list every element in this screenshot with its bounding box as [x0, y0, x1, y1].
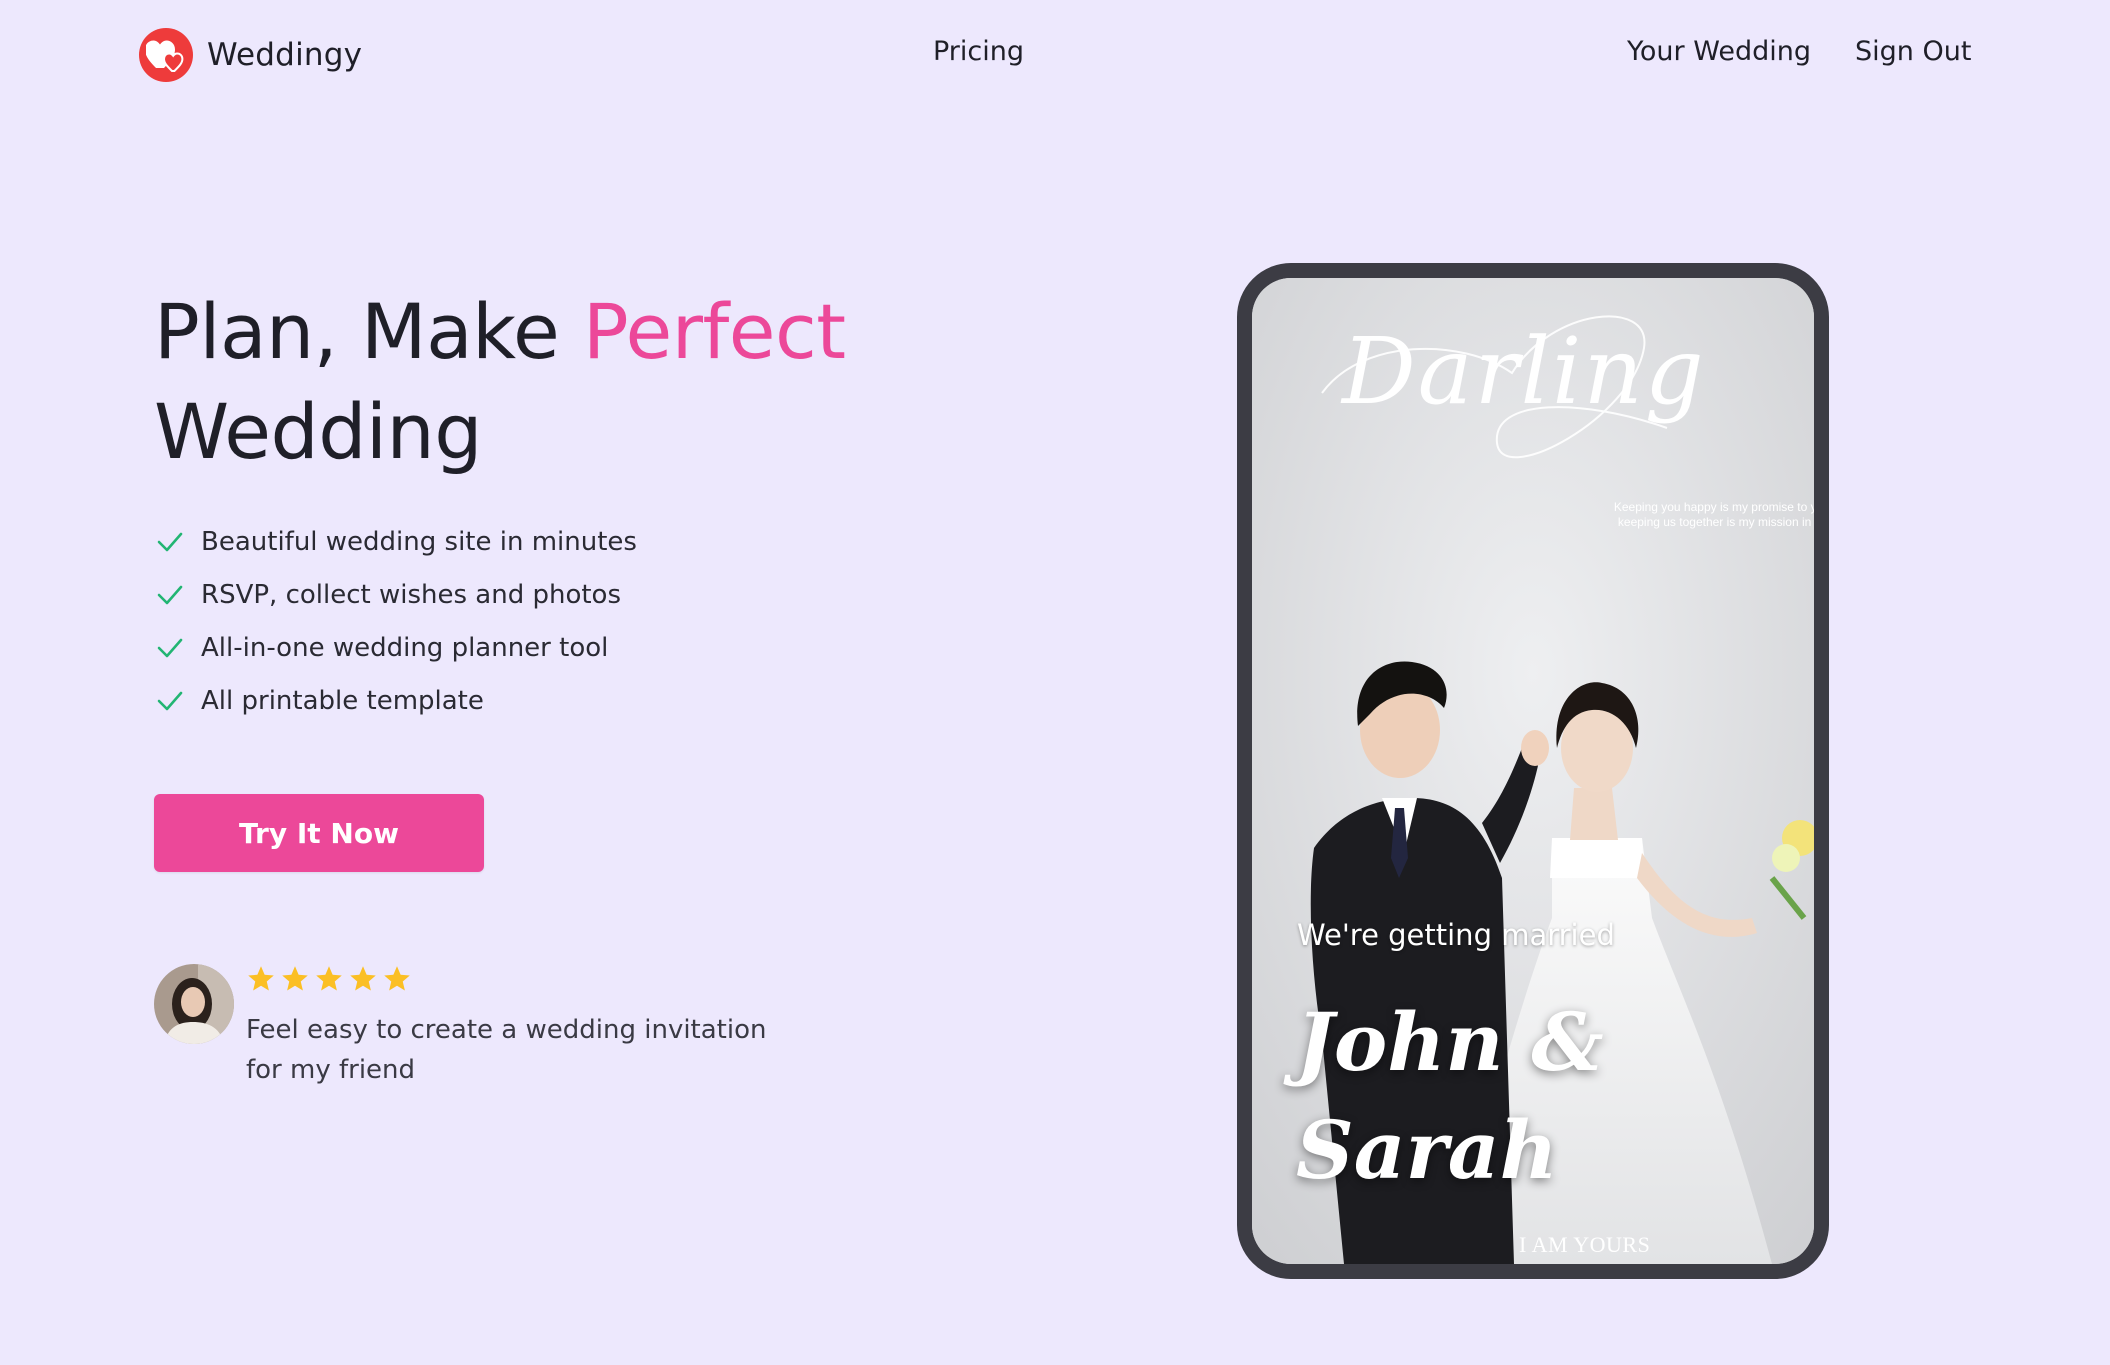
- invitation-footer-text: I AM YOURS: [1519, 1232, 1651, 1257]
- tagline-line: Keeping you happy is my promise to you: [1613, 500, 1829, 514]
- feature-list: Beautiful wedding site in minutes RSVP, …: [156, 515, 637, 727]
- nav-pricing[interactable]: Pricing: [933, 36, 1024, 67]
- star-icon: [316, 966, 342, 991]
- invitation-screen: Darling Keeping you happy is my promise …: [1252, 278, 1814, 1264]
- testimonial-text: Feel easy to create a wedding invitation…: [246, 1015, 767, 1085]
- couple-names: John & Sarah: [1296, 988, 1604, 1204]
- couple-name-line1: John &: [1296, 995, 1604, 1089]
- star-icon: [384, 966, 410, 991]
- invitation-subtitle: We're getting married: [1297, 918, 1615, 952]
- hero-title-line2: Wedding: [154, 387, 482, 476]
- nav-your-wedding[interactable]: Your Wedding: [1627, 36, 1811, 67]
- check-icon: [157, 638, 183, 657]
- star-icon: [248, 966, 274, 991]
- brand-name: Weddingy: [207, 37, 363, 73]
- hero-title-accent: Perfect: [582, 287, 846, 376]
- tagline-line: keeping us together is my mission in lif…: [1617, 515, 1829, 529]
- feature-text: All printable template: [201, 685, 484, 716]
- hero-title: Plan, Make Perfect Wedding: [154, 282, 846, 482]
- invitation-script-title: Darling: [1342, 318, 1706, 425]
- heart-icon: [139, 28, 193, 82]
- invitation-preview-phone: Darling Keeping you happy is my promise …: [1237, 263, 1829, 1279]
- feature-item: All-in-one wedding planner tool: [156, 621, 637, 674]
- feature-text: All-in-one wedding planner tool: [201, 632, 609, 663]
- star-rating: [246, 964, 412, 994]
- feature-text: RSVP, collect wishes and photos: [201, 579, 621, 610]
- feature-item: RSVP, collect wishes and photos: [156, 568, 637, 621]
- invitation-tagline: Keeping you happy is my promise to you k…: [1570, 500, 1829, 530]
- star-icon: [282, 966, 308, 991]
- nav-sign-out[interactable]: Sign Out: [1855, 36, 1971, 67]
- hero-title-plain: Plan, Make: [154, 287, 583, 376]
- brand-logo[interactable]: Weddingy: [139, 28, 362, 82]
- couple-name-line2: Sarah: [1296, 1103, 1558, 1197]
- check-icon: [157, 691, 183, 710]
- star-icon: [350, 966, 376, 991]
- feature-item: Beautiful wedding site in minutes: [156, 515, 637, 568]
- feature-text: Beautiful wedding site in minutes: [201, 526, 637, 557]
- try-it-now-button[interactable]: Try It Now: [154, 794, 484, 872]
- feature-item: All printable template: [156, 674, 637, 727]
- check-icon: [157, 585, 183, 604]
- check-icon: [157, 532, 183, 551]
- avatar: [154, 964, 234, 1044]
